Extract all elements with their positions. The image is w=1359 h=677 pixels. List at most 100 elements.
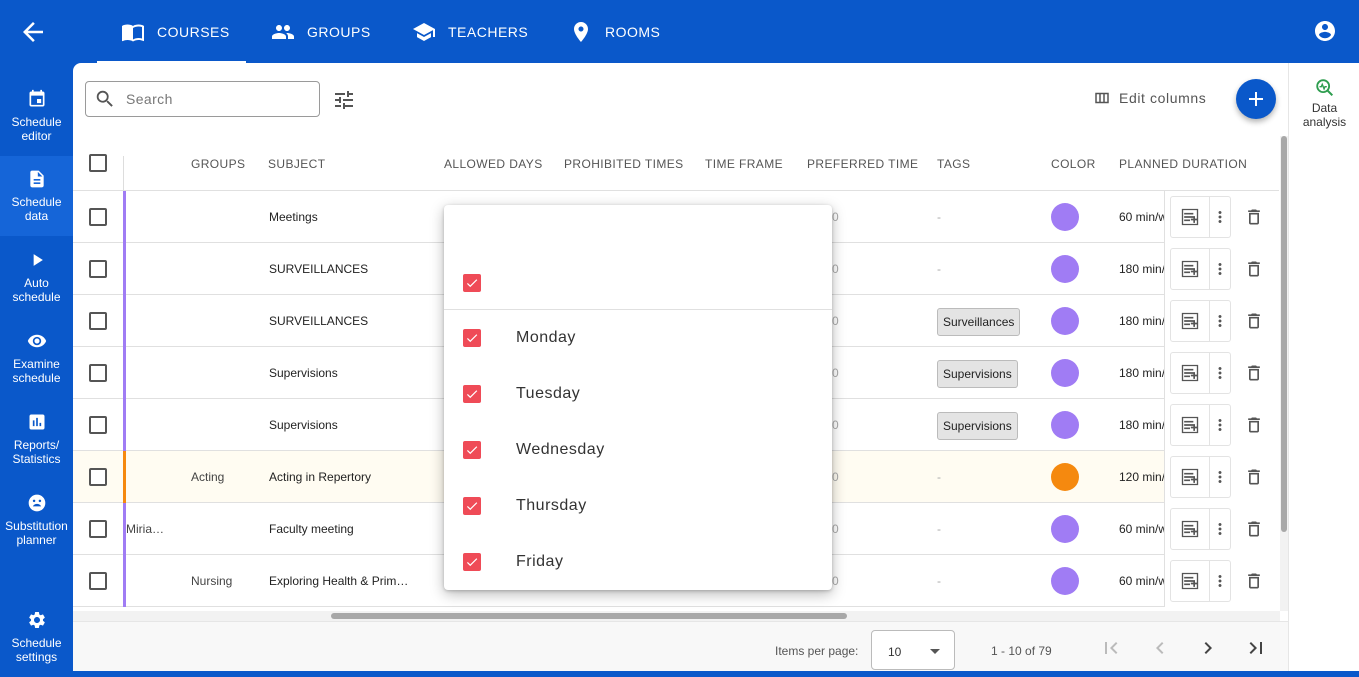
more-options-button[interactable]: [1210, 300, 1231, 342]
day-checkbox[interactable]: [463, 329, 481, 347]
add-course-button[interactable]: [1236, 79, 1276, 119]
column-header-prohibited-times[interactable]: PROHIBITED TIMES: [564, 157, 684, 171]
row-checkbox[interactable]: [89, 572, 107, 590]
more-options-button[interactable]: [1210, 248, 1231, 290]
color-swatch[interactable]: [1051, 567, 1079, 595]
search-box[interactable]: [85, 81, 320, 117]
delete-button[interactable]: [1241, 464, 1267, 490]
sidebar-item-schedule-settings[interactable]: Schedule settings: [0, 597, 73, 677]
color-swatch[interactable]: [1051, 255, 1079, 283]
color-swatch[interactable]: [1051, 203, 1079, 231]
color-swatch[interactable]: [1051, 307, 1079, 335]
horizontal-scrollbar[interactable]: [73, 611, 1280, 621]
add-note-button[interactable]: [1170, 560, 1210, 602]
add-note-button[interactable]: [1170, 300, 1210, 342]
tags-cell: -: [937, 522, 941, 536]
tag-chip[interactable]: Surveillances: [937, 308, 1021, 336]
color-stripe: [123, 555, 126, 607]
next-page-icon[interactable]: [1196, 636, 1220, 660]
divider: [444, 309, 832, 310]
color-swatch[interactable]: [1051, 463, 1079, 491]
sidebar-item-schedule-editor[interactable]: Schedule editor: [0, 76, 73, 156]
more-options-button[interactable]: [1210, 560, 1231, 602]
column-header-groups[interactable]: GROUPS: [191, 157, 245, 171]
delete-button[interactable]: [1241, 308, 1267, 334]
column-header-tags[interactable]: TAGS: [937, 157, 970, 171]
column-header-color[interactable]: COLOR: [1051, 157, 1096, 171]
sidebar-item-substitution-planner[interactable]: Substitution planner: [0, 480, 73, 560]
search-input[interactable]: [126, 91, 306, 107]
more-options-button[interactable]: [1210, 404, 1231, 446]
horizontal-scroll-thumb[interactable]: [331, 613, 847, 619]
delete-button[interactable]: [1241, 360, 1267, 386]
sidebar-item-reports-statistics[interactable]: Reports/ Statistics: [0, 399, 73, 479]
add-note-button[interactable]: [1170, 456, 1210, 498]
tag-chip[interactable]: Supervisions: [937, 360, 1018, 388]
edit-columns-button[interactable]: Edit columns: [1093, 89, 1206, 107]
row-checkbox[interactable]: [89, 468, 107, 486]
sidebar: Schedule editor Schedule data Auto sched…: [0, 63, 73, 671]
more-options-button[interactable]: [1210, 456, 1231, 498]
column-header-planned-duration[interactable]: PLANNED DURATION: [1119, 157, 1247, 171]
previous-page-icon[interactable]: [1148, 636, 1172, 660]
column-header-time-frame[interactable]: TIME FRAME: [705, 157, 783, 171]
more-vert-icon: [1218, 523, 1222, 535]
check-icon: [466, 502, 478, 511]
table-header: GROUPS SUBJECT ALLOWED DAYS PROHIBITED T…: [73, 136, 1279, 191]
column-header-preferred-time[interactable]: PREFERRED TIME: [807, 157, 918, 171]
add-note-button[interactable]: [1170, 248, 1210, 290]
add-note-button[interactable]: [1170, 404, 1210, 446]
column-header-allowed-days[interactable]: ALLOWED DAYS: [444, 157, 543, 171]
color-swatch[interactable]: [1051, 515, 1079, 543]
tab-teachers[interactable]: TEACHERS: [412, 0, 528, 63]
row-checkbox[interactable]: [89, 260, 107, 278]
back-arrow-icon[interactable]: [18, 17, 48, 47]
day-checkbox[interactable]: [463, 497, 481, 515]
delete-button[interactable]: [1241, 568, 1267, 594]
day-checkbox[interactable]: [463, 441, 481, 459]
more-options-button[interactable]: [1210, 508, 1231, 550]
tab-rooms[interactable]: ROOMS: [569, 0, 660, 63]
row-checkbox[interactable]: [89, 416, 107, 434]
more-options-button[interactable]: [1210, 352, 1231, 394]
vertical-scroll-thumb[interactable]: [1281, 136, 1287, 532]
delete-button[interactable]: [1241, 256, 1267, 282]
add-note-button[interactable]: [1170, 196, 1210, 238]
row-checkbox[interactable]: [89, 312, 107, 330]
items-per-page-select[interactable]: 10: [871, 630, 955, 670]
sidebar-item-label: Examine schedule: [12, 357, 61, 385]
select-all-checkbox[interactable]: [89, 154, 107, 172]
subject-cell: SURVEILLANCES: [269, 262, 369, 276]
add-note-button[interactable]: [1170, 352, 1210, 394]
allowed-days-dropdown: Monday Tuesday Wednesday Thursday Friday: [444, 205, 832, 590]
filter-settings-icon[interactable]: [332, 88, 356, 112]
tag-chip[interactable]: Supervisions: [937, 412, 1018, 440]
day-checkbox[interactable]: [463, 385, 481, 403]
day-checkbox[interactable]: [463, 553, 481, 571]
account-icon[interactable]: [1313, 19, 1337, 43]
delete-button[interactable]: [1241, 516, 1267, 542]
row-checkbox[interactable]: [89, 364, 107, 382]
check-icon: [466, 558, 478, 567]
sidebar-item-auto-schedule[interactable]: Auto schedule: [0, 237, 73, 317]
row-checkbox[interactable]: [89, 520, 107, 538]
sidebar-item-examine-schedule[interactable]: Examine schedule: [0, 318, 73, 398]
tab-courses[interactable]: COURSES: [97, 0, 246, 63]
color-swatch[interactable]: [1051, 411, 1079, 439]
color-swatch[interactable]: [1051, 359, 1079, 387]
first-page-icon[interactable]: [1099, 636, 1123, 660]
more-options-button[interactable]: [1210, 196, 1231, 238]
delete-button[interactable]: [1241, 412, 1267, 438]
color-stripe: [123, 347, 126, 399]
column-header-subject[interactable]: SUBJECT: [268, 157, 325, 171]
select-all-days-checkbox[interactable]: [463, 274, 481, 292]
row-checkbox[interactable]: [89, 208, 107, 226]
data-analysis-button[interactable]: Data analysis: [1289, 77, 1359, 129]
vertical-scrollbar[interactable]: [1280, 136, 1288, 611]
sidebar-item-schedule-data[interactable]: Schedule data: [0, 156, 73, 236]
tab-groups[interactable]: GROUPS: [271, 0, 371, 63]
last-page-icon[interactable]: [1244, 636, 1268, 660]
add-note-button[interactable]: [1170, 508, 1210, 550]
note-add-icon: [1181, 572, 1199, 590]
delete-button[interactable]: [1241, 204, 1267, 230]
